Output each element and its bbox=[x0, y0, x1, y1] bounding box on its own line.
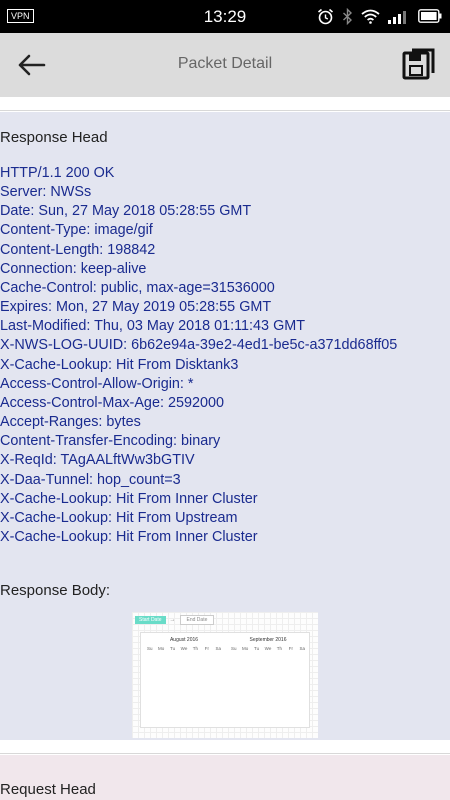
header-line: Accept-Ranges: bytes bbox=[0, 414, 141, 431]
header-line: Content-Length: 198842 bbox=[0, 241, 156, 258]
weekday: Su bbox=[230, 646, 237, 651]
header-line: Last-Modified: Thu, 03 May 2018 01:11:43… bbox=[0, 318, 306, 335]
request-head-title: Request Head bbox=[0, 781, 96, 798]
request-section: Request Head bbox=[0, 755, 450, 800]
header-line: Content-Type: image/gif bbox=[0, 222, 153, 239]
response-body-title: Response Body: bbox=[0, 582, 111, 599]
response-body-image[interactable]: Start Date → End Date August 2016 Su Mo … bbox=[132, 612, 318, 738]
header-line: Cache-Control: public, max-age=31536000 bbox=[0, 279, 275, 296]
wifi-icon bbox=[361, 9, 380, 24]
weekday: Fr bbox=[204, 646, 209, 651]
status-bar: VPN 13:29 bbox=[0, 0, 450, 33]
arrow-right-icon: → bbox=[169, 617, 176, 623]
weekday: Th bbox=[192, 646, 199, 651]
header-line: Server: NWSs bbox=[0, 184, 92, 201]
header-line: X-Cache-Lookup: Hit From Inner Cluster bbox=[0, 490, 258, 507]
status-icons bbox=[317, 6, 442, 26]
header-line: HTTP/1.1 200 OK bbox=[0, 165, 115, 181]
start-date-label: Start Date bbox=[135, 616, 166, 624]
response-head-title: Response Head bbox=[0, 129, 108, 146]
header-line: Connection: keep-alive bbox=[0, 260, 147, 277]
app-bar: Packet Detail bbox=[0, 33, 450, 97]
day-grid: Su Mo Tu We Th Fr Sa bbox=[144, 646, 224, 651]
header-line: X-Cache-Lookup: Hit From Upstream bbox=[0, 509, 238, 526]
header-line: X-NWS-LOG-UUID: 6b62e94a-39e2-4ed1-be5c-… bbox=[0, 337, 398, 354]
weekday: Su bbox=[146, 646, 153, 651]
weekday: We bbox=[180, 646, 188, 651]
bluetooth-icon bbox=[343, 7, 353, 25]
alarm-icon bbox=[317, 8, 334, 24]
header-line: Access-Control-Max-Age: 2592000 bbox=[0, 394, 224, 411]
divider bbox=[0, 97, 450, 111]
month-label: September 2016 bbox=[249, 637, 287, 643]
header-line: Content-Transfer-Encoding: binary bbox=[0, 433, 221, 450]
weekday: Tu bbox=[254, 646, 260, 651]
day-grid: Su Mo Tu We Th Fr Sa bbox=[228, 646, 308, 651]
battery-icon bbox=[418, 9, 442, 23]
weekday: Tu bbox=[170, 646, 176, 651]
page-title: Packet Detail bbox=[177, 55, 273, 72]
response-section: Response Head HTTP/1.1 200 OK Server: NW… bbox=[0, 112, 450, 740]
header-line: X-Cache-Lookup: Hit From Disktank3 bbox=[0, 356, 239, 373]
calendar-right: September 2016 Su Mo Tu We Th Fr Sa bbox=[228, 637, 308, 651]
header-line: Expires: Mon, 27 May 2019 05:28:55 GMT bbox=[0, 299, 272, 316]
header-line: X-ReqId: TAgAALftWw3bGTIV bbox=[0, 452, 195, 469]
header-line: Access-Control-Allow-Origin: * bbox=[0, 375, 194, 392]
header-line: X-Cache-Lookup: Hit From Inner Cluster bbox=[0, 528, 258, 545]
weekday: Sa bbox=[299, 646, 306, 651]
header-line: Date: Sun, 27 May 2018 05:28:55 GMT bbox=[0, 203, 252, 220]
divider bbox=[0, 740, 450, 754]
date-range-bar: Start Date → End Date bbox=[135, 615, 215, 625]
weekday: Sa bbox=[215, 646, 222, 651]
save-icon[interactable] bbox=[402, 47, 436, 81]
weekday: Fr bbox=[288, 646, 293, 651]
response-headers: HTTP/1.1 200 OK Server: NWSs Date: Sun, … bbox=[0, 164, 397, 547]
header-line: X-Daa-Tunnel: hop_count=3 bbox=[0, 471, 181, 488]
weekday: We bbox=[264, 646, 272, 651]
weekday: Mo bbox=[242, 646, 249, 651]
month-label: August 2016 bbox=[169, 637, 199, 643]
end-date-label: End Date bbox=[179, 615, 215, 625]
weekday: Th bbox=[276, 646, 283, 651]
signal-icon bbox=[388, 10, 406, 24]
calendar-left: August 2016 Su Mo Tu We Th Fr Sa bbox=[144, 637, 224, 651]
weekday: Mo bbox=[158, 646, 165, 651]
calendar-card: August 2016 Su Mo Tu We Th Fr Sa Septemb… bbox=[140, 632, 310, 728]
